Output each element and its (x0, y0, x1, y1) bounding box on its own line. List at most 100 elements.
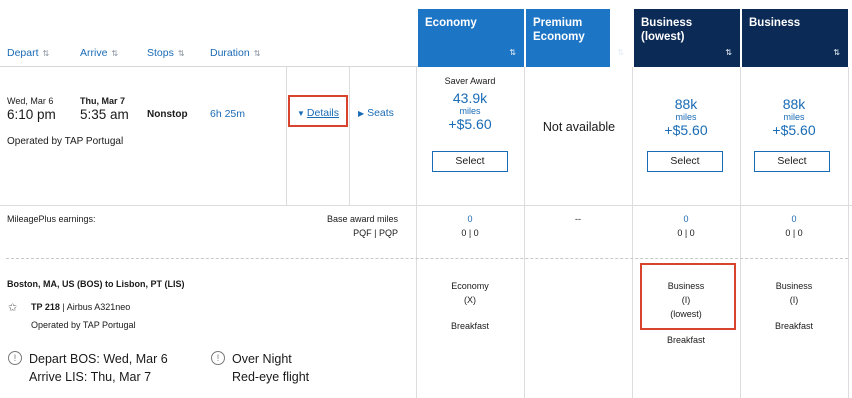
triangle-right-icon: ▶ (358, 109, 365, 118)
saver-award-tag: Saver Award (444, 76, 496, 86)
fare-miles: 88k (782, 96, 806, 112)
depart-note-line: Depart BOS: Wed, Mar 6 (29, 352, 168, 366)
column-header-business-lowest[interactable]: Business (lowest) ⇅ (634, 9, 740, 67)
sort-arrows-icon: ⇅ (725, 48, 732, 57)
earnings-business-pq: 0 | 0 (785, 228, 803, 238)
sort-arrows-icon: ⇅ (42, 49, 50, 58)
arrive-note-line: Arrive LIS: Thu, Mar 7 (29, 370, 152, 384)
sort-duration[interactable]: Duration ⇅ (210, 47, 260, 59)
cabin-economy: Economy (X) Breakfast (418, 279, 522, 333)
sort-arrive[interactable]: Arrive ⇅ (80, 47, 118, 59)
fare-miles: 88k (674, 96, 698, 112)
cabin-name: Economy (451, 281, 489, 291)
column-divider (740, 67, 741, 398)
earnings-divider (0, 205, 852, 206)
triangle-down-icon: ▼ (297, 109, 305, 118)
sort-arrows-icon: ⇅ (617, 48, 624, 57)
depart-time: 6:10 pm (7, 107, 56, 122)
select-business-button[interactable]: Select (754, 151, 830, 172)
fare-fee: +$5.60 (664, 122, 708, 138)
sort-arrows-icon: ⇅ (509, 48, 516, 57)
meal: Breakfast (666, 335, 706, 345)
cabin-lowest: (lowest) (670, 309, 702, 319)
earnings-economy-pq: 0 | 0 (461, 228, 479, 238)
premium-economy-unavailable: Not available (542, 120, 616, 134)
header-divider (0, 66, 418, 67)
column-header-label: Economy (425, 17, 477, 29)
fare-business: 88k miles +$5.60 (742, 96, 846, 138)
overnight-note: Over Night Red-eye flight (232, 350, 309, 386)
overnight-note-line: Over Night (232, 352, 292, 366)
select-economy-button[interactable]: Select (432, 151, 508, 172)
fare-miles-label: miles (675, 112, 697, 122)
flight-number: TP 218 (31, 302, 60, 312)
arrive-time: 5:35 am (80, 107, 129, 122)
fare-fee: +$5.60 (772, 122, 816, 138)
cabin-business-lowest: Business (I) (lowest) Breakfast (634, 279, 738, 347)
sort-arrows-icon: ⇅ (253, 49, 261, 58)
fare-miles-label: miles (459, 106, 481, 116)
aircraft: | Airbus A321neo (62, 302, 131, 312)
earnings-business-lowest-pq: 0 | 0 (677, 228, 695, 238)
dashed-divider (6, 258, 848, 259)
cabin-class: (X) (464, 295, 476, 305)
column-header-economy[interactable]: Economy ⇅ (418, 9, 524, 67)
select-business-lowest-button[interactable]: Select (647, 151, 723, 172)
segment-route: Boston, MA, US (BOS) to Lisbon, PT (LIS) (7, 279, 185, 289)
fare-miles: 43.9k (452, 90, 488, 106)
column-divider (632, 67, 633, 398)
seats-label: Seats (367, 107, 394, 119)
cabin-name: Business (775, 281, 813, 291)
info-alert-icon: ! (8, 351, 22, 365)
depart-arrive-note: Depart BOS: Wed, Mar 6 Arrive LIS: Thu, … (29, 350, 168, 386)
sort-arrive-label: Arrive (80, 47, 108, 59)
sort-stops-label: Stops (147, 47, 174, 59)
column-divider (848, 67, 849, 398)
seats-link[interactable]: ▶ Seats (358, 107, 394, 119)
sort-arrows-icon: ⇅ (111, 49, 119, 58)
redeye-note-line: Red-eye flight (232, 370, 310, 384)
segment-operated-by: Operated by TAP Portugal (31, 320, 136, 330)
meal: Breakfast (450, 321, 490, 331)
earnings-business-miles: 0 (791, 214, 797, 224)
fare-economy: Saver Award 43.9k miles +$5.60 (418, 76, 522, 132)
column-header-label: Business (749, 17, 801, 29)
arrive-date: Thu, Mar 7 (80, 96, 126, 106)
details-link[interactable]: ▼ Details (297, 107, 339, 119)
earnings-label: MileagePlus earnings: (7, 214, 96, 224)
sort-arrows-icon: ⇅ (177, 49, 185, 58)
earnings-economy-miles: 0 (467, 214, 473, 224)
column-divider (524, 67, 525, 398)
column-header-premium-economy-area: ⇅ (526, 9, 632, 67)
stops-value: Nonstop (147, 109, 188, 120)
meal: Breakfast (774, 321, 814, 331)
operated-by: Operated by TAP Portugal (7, 136, 124, 147)
column-header-business[interactable]: Business ⇅ (742, 9, 848, 67)
earnings-business-lowest-miles: 0 (683, 214, 689, 224)
column-divider (416, 67, 417, 398)
sort-depart[interactable]: Depart ⇅ (7, 47, 49, 59)
cabin-name: Business (667, 281, 705, 291)
sort-duration-label: Duration (210, 47, 250, 59)
earnings-premium-economy: -- (575, 214, 581, 224)
cabin-class: (I) (789, 295, 799, 305)
details-column-right-border (349, 67, 350, 205)
column-header-label: Business (lowest) (641, 17, 693, 43)
segment-flight: TP 218 | Airbus A321neo (31, 302, 130, 312)
sort-arrows-icon: ⇅ (833, 48, 840, 57)
sort-stops[interactable]: Stops ⇅ (147, 47, 185, 59)
duration-value: 6h 25m (210, 108, 246, 120)
fare-miles-label: miles (783, 112, 805, 122)
sort-depart-label: Depart (7, 47, 39, 59)
cabin-class: (I) (681, 295, 691, 305)
base-award-miles-label: Base award miles (326, 214, 398, 224)
fare-fee: +$5.60 (448, 116, 492, 132)
info-alert-icon: ! (211, 351, 225, 365)
pqf-pqp-label: PQF | PQP (353, 228, 398, 238)
star-alliance-icon: ✩ (8, 302, 18, 314)
details-label: Details (306, 107, 340, 119)
fare-business-lowest: 88k miles +$5.60 (634, 96, 738, 138)
depart-date: Wed, Mar 6 (7, 96, 54, 106)
details-column-left-border (286, 67, 287, 205)
cabin-business: Business (I) Breakfast (742, 279, 846, 333)
